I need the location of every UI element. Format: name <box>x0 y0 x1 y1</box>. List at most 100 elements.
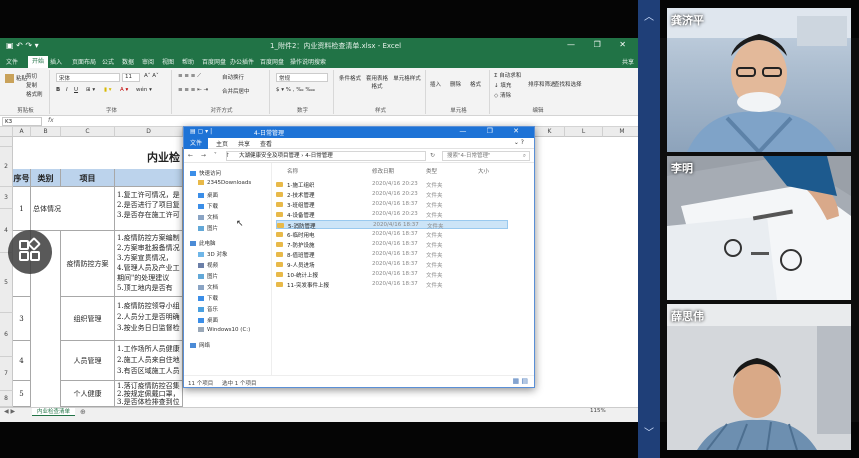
quick-access-item[interactable]: 快速访问 <box>190 169 221 177</box>
header-category[interactable]: 类别 <box>31 169 61 187</box>
delete-cell-button[interactable]: 删除 <box>450 80 461 88</box>
header-item[interactable]: 项目 <box>61 169 115 187</box>
tab-baidu[interactable]: 百度网盘 <box>202 57 226 66</box>
sheet-nav-icons[interactable]: ◀ ▶ <box>4 408 15 415</box>
floating-apps-button[interactable] <box>8 230 52 274</box>
nav-desktop[interactable]: 桌面 <box>198 191 218 199</box>
row5-num[interactable]: 5 <box>13 381 31 407</box>
fill-color-icon[interactable]: ▮ ▾ <box>104 87 112 93</box>
underline-button[interactable]: U <box>74 87 78 93</box>
header-num[interactable]: 序号 <box>13 169 31 187</box>
nav-pc-pictures[interactable]: 图片 <box>198 272 218 280</box>
path-segment-1[interactable]: 大湖健康安全及项目管理 <box>239 153 300 159</box>
folder-row[interactable]: 6-临时用电 2020/4/16 18:37 文件夹 <box>276 230 508 239</box>
collapse-up-icon[interactable]: ︿ <box>641 10 657 26</box>
explorer-tab-view[interactable]: 查看 <box>260 139 272 148</box>
folder-row[interactable]: 8-值班管理 2020/4/16 18:37 文件夹 <box>276 250 508 259</box>
address-bar[interactable]: 大湖健康安全及项目管理 › 4-日常管理 <box>226 151 426 161</box>
folder-row[interactable]: 10-统计上报 2020/4/16 18:37 文件夹 <box>276 270 508 279</box>
align-top-icons[interactable]: ≡ ≡ ≡ ⟋ <box>178 73 201 80</box>
col-header-l[interactable]: L <box>565 127 603 137</box>
row4-num[interactable]: 4 <box>13 341 31 381</box>
tab-baidu-2[interactable]: 百度网盘 <box>260 57 284 66</box>
video-panel-1[interactable]: 龚济平 <box>667 8 851 152</box>
folder-row[interactable]: 11-突发事件上报 2020/4/16 18:37 文件夹 <box>276 280 508 289</box>
border-icon[interactable]: ⊞ ▾ <box>86 87 95 93</box>
tab-help[interactable]: 帮助 <box>182 57 194 66</box>
font-color-icon[interactable]: A ▾ <box>120 87 128 93</box>
font-name-select[interactable]: 宋体 <box>56 73 120 82</box>
row3-item[interactable]: 组织管理 <box>61 297 115 341</box>
row2-item[interactable]: 疫情防控方案 <box>61 231 115 297</box>
tab-review[interactable]: 审阅 <box>142 57 154 66</box>
col-header-k[interactable]: K <box>535 127 565 137</box>
window-controls[interactable]: — ❐ ✕ <box>567 40 634 49</box>
network-item[interactable]: 网络 <box>190 341 210 349</box>
nav-pc-documents[interactable]: 文档 <box>198 283 218 291</box>
row1-content[interactable]: 1.复工许可情况，是 2.是否进行了项目复 3.是否存在施工许可 <box>115 187 183 231</box>
col-header-a[interactable]: A <box>13 127 31 137</box>
merge-center-button[interactable]: 合并后居中 <box>222 87 250 95</box>
fill-button[interactable]: ↓ 填充 <box>494 81 511 89</box>
explorer-tab-share[interactable]: 共享 <box>238 139 250 148</box>
row-header-1[interactable] <box>0 137 13 147</box>
row3-num[interactable]: 3 <box>13 297 31 341</box>
table-format-button[interactable]: 套用表格格式 <box>364 74 390 90</box>
font-size-select[interactable]: 11 <box>122 73 140 82</box>
sheet-title[interactable]: 内业检 <box>13 147 183 169</box>
tab-home[interactable]: 开始 <box>28 56 49 68</box>
phonetic-icon[interactable]: wén ▾ <box>136 87 152 93</box>
explorer-search-input[interactable]: 搜索"4-日常管理" ⌕ <box>442 151 530 161</box>
tab-data[interactable]: 数据 <box>122 57 134 66</box>
folder-row[interactable]: 4-设备管理 2020/4/16 20:23 文件夹 <box>276 210 508 219</box>
tab-office-plugin[interactable]: 办公插件 <box>230 57 254 66</box>
explorer-window-controls[interactable]: — ❐ ✕ <box>459 127 528 135</box>
collapse-down-icon[interactable]: ﹀ <box>641 426 657 442</box>
cell-style-button[interactable]: 单元格样式 <box>392 74 422 82</box>
font-grow-icon[interactable]: A˄ A˅ <box>144 73 159 79</box>
row-header-3[interactable]: 3 <box>0 187 13 209</box>
refresh-icon[interactable]: ↻ <box>430 152 435 159</box>
folder-row[interactable]: 1-施工组织 2020/4/16 20:23 文件夹 <box>276 180 508 189</box>
col-size-header[interactable]: 大小 <box>478 167 489 175</box>
fx-icon[interactable]: fx <box>48 117 54 124</box>
col-header-d[interactable]: D <box>115 127 183 137</box>
this-pc-item[interactable]: 此电脑 <box>190 239 216 247</box>
nav-videos[interactable]: 视频 <box>198 261 218 269</box>
folder-row[interactable]: 2-技术管理 2020/4/16 20:23 文件夹 <box>276 190 508 199</box>
format-cell-button[interactable]: 格式 <box>470 80 481 88</box>
col-name-header[interactable]: 名称 <box>287 167 298 175</box>
insert-cell-button[interactable]: 插入 <box>430 80 441 88</box>
quick-access-icons[interactable]: ▣ ↶ ↷ ▾ <box>6 41 39 50</box>
italic-button[interactable]: I <box>66 87 68 93</box>
folder-row[interactable]: 3-班组管理 2020/4/16 18:37 文件夹 <box>276 200 508 209</box>
number-format-select[interactable]: 常规 <box>276 73 328 82</box>
cut-button[interactable]: 剪切 <box>26 72 37 80</box>
tab-file[interactable]: 文件 <box>6 57 18 66</box>
tab-layout[interactable]: 页面布局 <box>72 57 96 66</box>
nav-pictures[interactable]: 图片 <box>198 224 218 232</box>
video-panel-2[interactable]: 李明 <box>667 156 851 300</box>
col-header-b[interactable]: B <box>31 127 61 137</box>
row4-item[interactable]: 人员管理 <box>61 341 115 381</box>
folder-row-selected[interactable]: 5-消防管理 2020/4/16 18:37 文件夹 <box>276 220 508 230</box>
nav-music[interactable]: 音乐 <box>198 305 218 313</box>
col-header-m[interactable]: M <box>603 127 642 137</box>
row-header-2[interactable]: 2 <box>0 147 13 187</box>
col-date-header[interactable]: 修改日期 <box>372 167 394 175</box>
bold-button[interactable]: B <box>56 87 60 93</box>
header-content[interactable] <box>115 169 183 187</box>
add-sheet-icon[interactable]: ⊕ <box>80 408 86 416</box>
row4-content[interactable]: 1.工作场所人员健康 2.施工人员来自住地 3.有否区域施工人员 <box>115 341 183 381</box>
row3-content[interactable]: 1.疫情防控领导小组 2.人员分工是否明确 3.按业务日日监督检 <box>115 297 183 341</box>
row-header-6[interactable]: 6 <box>0 313 13 357</box>
tab-insert[interactable]: 插入 <box>50 57 62 66</box>
explorer-tab-file[interactable]: 文件 <box>184 138 209 149</box>
paste-button[interactable]: 粘贴 <box>5 74 27 83</box>
wrap-text-button[interactable]: 自动换行 <box>222 73 244 81</box>
tab-view[interactable]: 视图 <box>162 57 174 66</box>
col-type-header[interactable]: 类型 <box>426 167 437 175</box>
row-header-8[interactable]: 8 <box>0 391 13 407</box>
autosum-button[interactable]: Σ 自动求和 <box>494 71 521 79</box>
nav-documents[interactable]: 文档 <box>198 213 218 221</box>
